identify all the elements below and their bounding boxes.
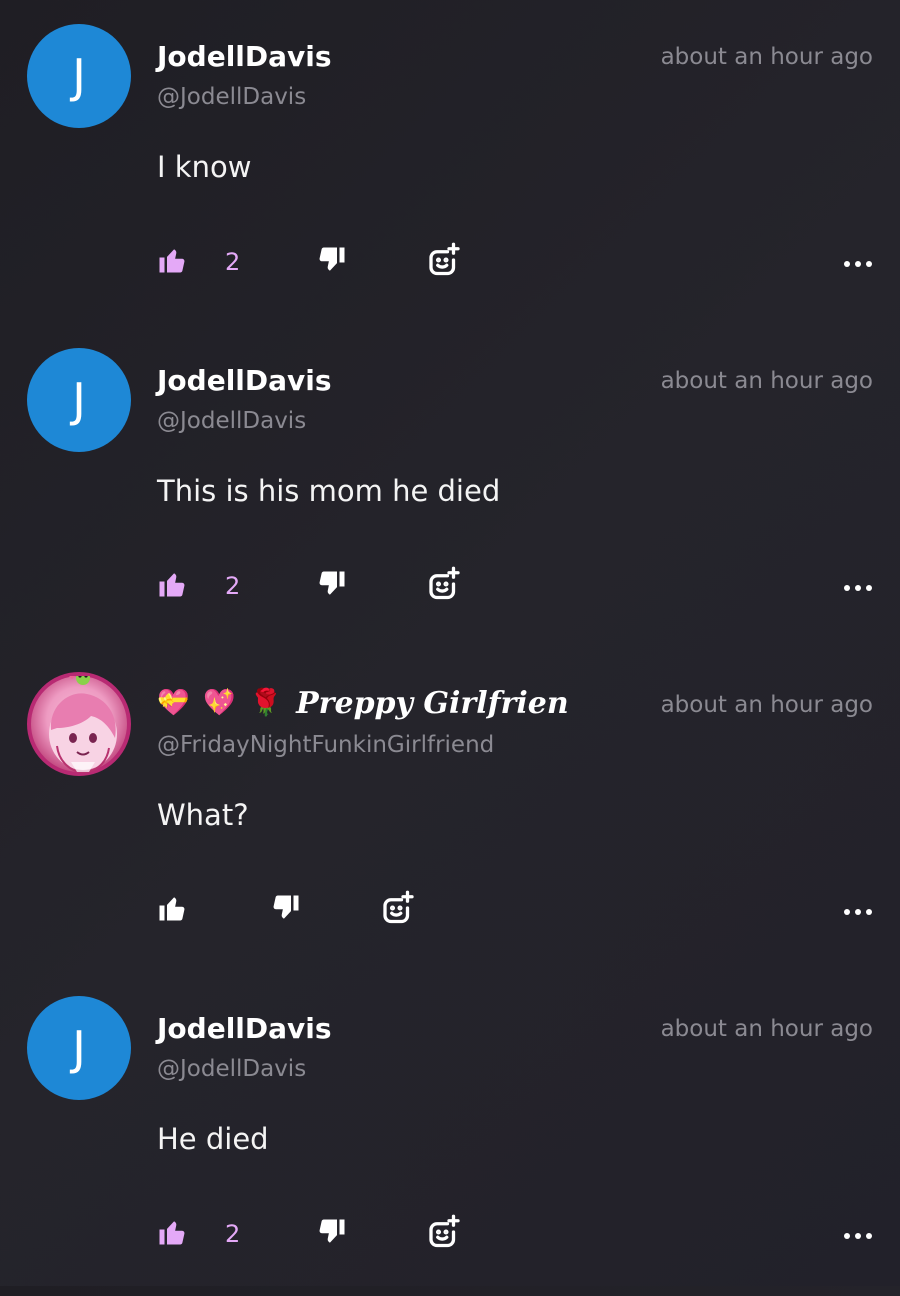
dislike-button[interactable] (317, 1212, 347, 1256)
like-count: 2 (225, 1220, 241, 1248)
gift-heart-emoji-icon: 💝 (157, 688, 190, 718)
more-options-icon (843, 577, 873, 596)
comment-feed: J JodellDavis @JodellDavis about an hour… (0, 0, 900, 1286)
comment-text: I know (157, 150, 252, 184)
thumbs-up-icon (157, 245, 187, 279)
more-options-button[interactable] (837, 240, 873, 284)
like-count: 2 (225, 248, 241, 276)
username[interactable]: JodellDavis (157, 40, 332, 73)
like-button[interactable] (157, 888, 187, 932)
like-button[interactable]: 2 (157, 564, 240, 608)
comment-actions: 2 (157, 564, 873, 608)
add-reaction-icon (379, 890, 415, 930)
sparkling-heart-emoji-icon: 💖 (203, 688, 236, 718)
avatar[interactable] (27, 672, 131, 776)
like-button[interactable]: 2 (157, 240, 240, 284)
user-handle[interactable]: @JodellDavis (157, 408, 306, 434)
timestamp: about an hour ago (660, 368, 873, 394)
avatar-initial: J (72, 49, 86, 103)
user-handle[interactable]: @JodellDavis (157, 1056, 306, 1082)
comment-actions (157, 888, 873, 932)
more-options-button[interactable] (837, 888, 873, 932)
avatar-initial: J (72, 1021, 86, 1075)
dislike-button[interactable] (317, 564, 347, 608)
thumbs-up-icon (157, 1217, 187, 1251)
timestamp: about an hour ago (660, 692, 873, 718)
add-reaction-icon (425, 566, 461, 606)
add-reaction-icon (425, 242, 461, 282)
comment-item: J JodellDavis @JodellDavis about an hour… (0, 972, 900, 1296)
add-reaction-button[interactable] (379, 888, 415, 932)
avatar[interactable]: J (27, 24, 131, 128)
user-handle[interactable]: @FridayNightFunkinGirlfriend (157, 732, 494, 758)
more-options-icon (843, 253, 873, 272)
dislike-button[interactable] (271, 888, 301, 932)
comment-actions: 2 (157, 1212, 873, 1256)
more-options-button[interactable] (837, 1212, 873, 1256)
like-button[interactable]: 2 (157, 1212, 240, 1256)
comment-item: J JodellDavis @JodellDavis about an hour… (0, 324, 900, 648)
thumbs-down-icon (317, 1217, 347, 1251)
thumbs-up-icon (157, 569, 187, 603)
thumbs-down-icon (271, 893, 301, 927)
username-text: Preppy Girlfrien (296, 686, 569, 721)
add-reaction-icon (425, 1214, 461, 1254)
comment-text: He died (157, 1122, 269, 1156)
more-options-icon (843, 901, 873, 920)
timestamp: about an hour ago (660, 1016, 873, 1042)
add-reaction-button[interactable] (425, 564, 461, 608)
anime-girl-avatar-icon (49, 676, 117, 774)
username[interactable]: JodellDavis (157, 1012, 332, 1045)
add-reaction-button[interactable] (425, 240, 461, 284)
avatar[interactable]: J (27, 348, 131, 452)
add-reaction-button[interactable] (425, 1212, 461, 1256)
more-options-icon (843, 1225, 873, 1244)
rose-emoji-icon: 🌹 (249, 688, 283, 718)
avatar[interactable]: J (27, 996, 131, 1100)
comment-text: This is his mom he died (157, 474, 501, 508)
username[interactable]: 💝 💖 🌹 Preppy Girlfrien (157, 686, 617, 721)
user-handle[interactable]: @JodellDavis (157, 84, 306, 110)
comment-item: J JodellDavis @JodellDavis about an hour… (0, 0, 900, 324)
like-count: 2 (225, 572, 241, 600)
username[interactable]: JodellDavis (157, 364, 332, 397)
dislike-button[interactable] (317, 240, 347, 284)
thumbs-down-icon (317, 569, 347, 603)
more-options-button[interactable] (837, 564, 873, 608)
comment-text: What? (157, 798, 249, 832)
thumbs-up-icon (157, 893, 187, 927)
comment-actions: 2 (157, 240, 873, 284)
timestamp: about an hour ago (660, 44, 873, 70)
comment-item: 💝 💖 🌹 Preppy Girlfrien @FridayNightFunkinGi… (0, 648, 900, 972)
avatar-initial: J (72, 373, 86, 427)
thumbs-down-icon (317, 245, 347, 279)
